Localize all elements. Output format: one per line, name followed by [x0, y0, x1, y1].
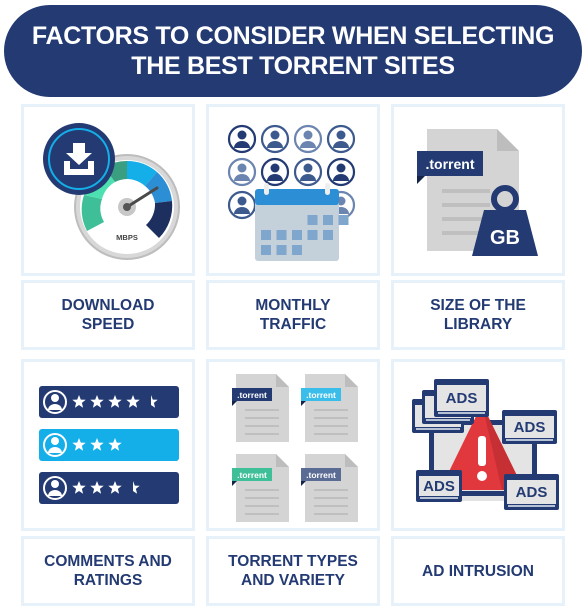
user-avatar-icon	[260, 157, 290, 187]
weight-label: GB	[490, 227, 520, 249]
calendar-day	[307, 215, 318, 225]
ad-popup-window: ADS	[434, 379, 489, 417]
calendar-day	[323, 215, 333, 225]
page-title: FACTORS TO CONSIDER WHEN SELECTING THE B…	[4, 5, 582, 97]
ad-popup-window: ADS	[502, 410, 557, 444]
ads-warning-icon: ADS ADS ADS ADS	[412, 379, 559, 510]
ad-label: ADS	[514, 419, 546, 436]
rating-bar	[39, 429, 179, 461]
calendar-day	[292, 230, 302, 240]
label-line: SIZE OF THE	[430, 297, 526, 314]
title-line-2: THE BEST TORRENT SITES	[131, 52, 455, 80]
calendar-day	[323, 230, 333, 240]
monthly-traffic-icon-card	[206, 104, 380, 276]
ad-popup-window: ADS	[504, 474, 559, 510]
torrent-file-weight-icon: .torrent GB	[417, 129, 538, 256]
rating-bar	[39, 472, 179, 504]
ad-intrusion-icon-card: ADS ADS ADS ADS	[391, 359, 565, 531]
calendar-day	[307, 230, 318, 240]
gauge-label: MBPS	[116, 233, 138, 242]
factor-download-speed: DOWNLOAD SPEED	[21, 280, 195, 350]
label-line: RATINGS	[73, 572, 143, 589]
factor-torrent-types: TORRENT TYPES AND VARIETY	[206, 536, 380, 606]
factor-monthly-traffic: MONTHLY TRAFFIC	[206, 280, 380, 350]
label-line: LIBRARY	[443, 316, 513, 333]
factor-comments-ratings: COMMENTS AND RATINGS	[21, 536, 195, 606]
torrent-file-icon: .torrent	[301, 374, 358, 442]
factor-ad-intrusion: AD INTRUSION	[391, 536, 565, 606]
label-line: COMMENTS AND	[44, 553, 172, 570]
user-avatar-icon	[293, 124, 323, 154]
file-tag: .torrent	[237, 470, 267, 480]
label-line: TORRENT TYPES	[228, 553, 358, 570]
user-avatar-icon	[227, 157, 257, 187]
torrent-file-icon: .torrent	[232, 454, 289, 522]
ad-popup-window: ADS	[416, 470, 462, 502]
label-line: DOWNLOAD	[61, 297, 155, 314]
torrent-files-icon: .torrent .torrent .torrent .torrent	[232, 374, 358, 522]
torrent-file-icon: .torrent	[301, 454, 358, 522]
file-tag: .torrent	[426, 156, 475, 172]
label-line: TRAFFIC	[259, 316, 327, 333]
factor-library-size: SIZE OF THE LIBRARY	[391, 280, 565, 350]
label-line: MONTHLY	[255, 297, 331, 314]
file-tag: .torrent	[306, 470, 336, 480]
calendar-icon	[255, 183, 349, 261]
user-avatar-icon	[227, 124, 257, 154]
file-tag: .torrent	[237, 390, 267, 400]
title-line-1: FACTORS TO CONSIDER WHEN SELECTING	[31, 22, 555, 50]
library-size-icon-card: .torrent GB	[391, 104, 565, 276]
ad-label: ADS	[516, 484, 548, 501]
user-avatar-icon	[227, 190, 257, 220]
calendar-day	[261, 245, 271, 255]
calendar-day	[261, 230, 271, 240]
torrent-file-icon: .torrent	[232, 374, 289, 442]
rating-bars-icon	[39, 386, 179, 504]
label-line: SPEED	[81, 316, 135, 333]
calendar-day	[292, 245, 302, 255]
rating-bar	[39, 386, 179, 418]
ad-label: ADS	[423, 478, 455, 495]
calendar-day	[276, 245, 287, 255]
label-line: AND VARIETY	[241, 572, 345, 589]
speedometer-download-icon: MBPS	[43, 123, 180, 260]
file-tag: .torrent	[306, 390, 336, 400]
user-avatar-icon	[326, 157, 356, 187]
calendar-day	[338, 215, 349, 225]
ad-label: ADS	[446, 390, 478, 407]
users-calendar-icon	[227, 124, 356, 261]
user-avatar-icon	[326, 124, 356, 154]
torrent-types-icon-card: .torrent .torrent .torrent .torrent	[206, 359, 380, 531]
download-speed-icon-card: MBPS	[21, 104, 195, 276]
calendar-day	[276, 230, 287, 240]
ratings-icon-card	[21, 359, 195, 531]
user-avatar-icon	[260, 124, 290, 154]
label-line: AD INTRUSION	[422, 562, 534, 580]
user-avatar-icon	[293, 157, 323, 187]
